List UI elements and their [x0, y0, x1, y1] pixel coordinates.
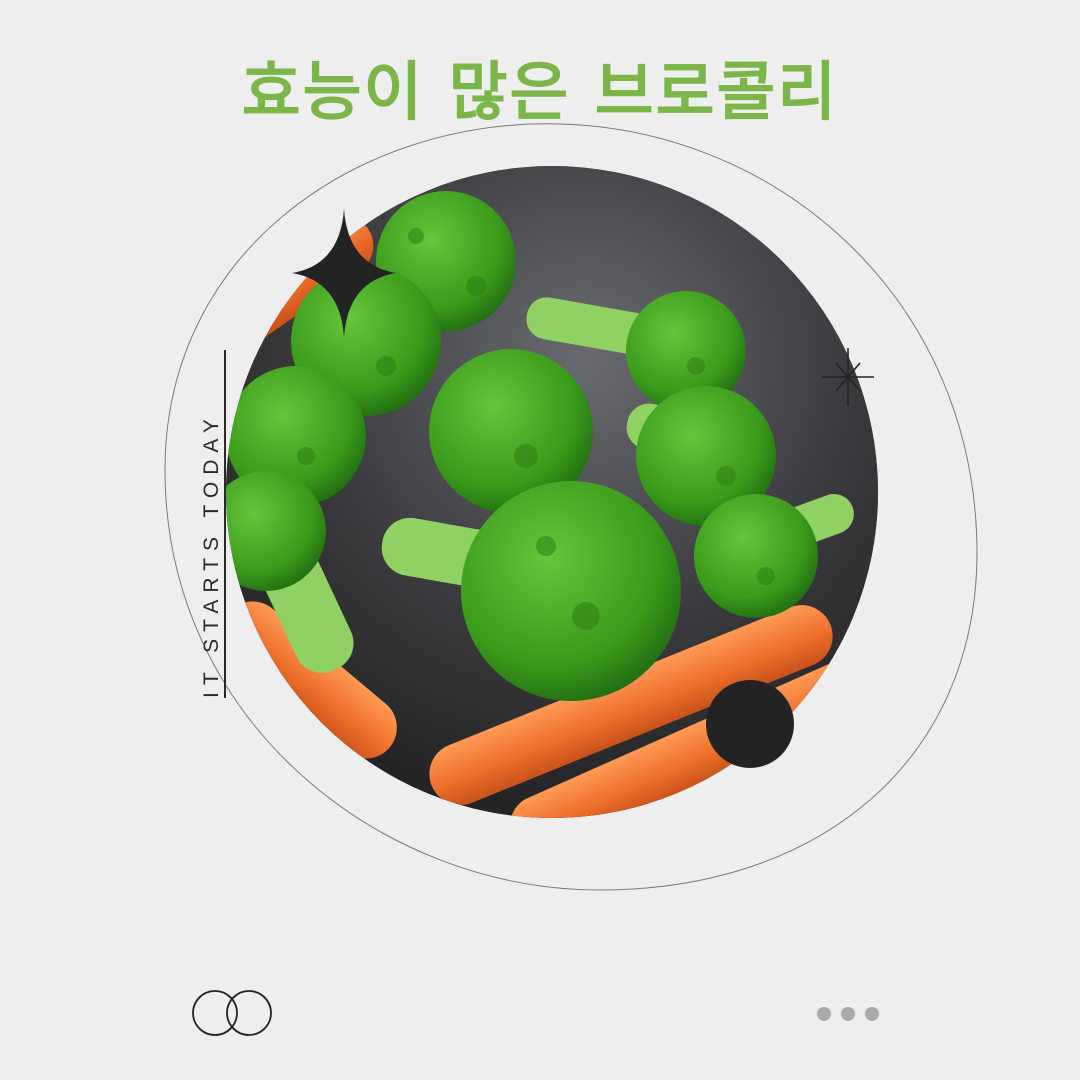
four-point-star-icon [292, 209, 396, 337]
side-tagline-text: IT STARTS TODAY [200, 412, 223, 698]
asterisk-star-icon [822, 348, 874, 406]
vertical-divider-line [224, 350, 226, 698]
interlocking-rings-icon [192, 990, 272, 1036]
three-dots-icon[interactable] [816, 1006, 882, 1022]
black-circle-dot [706, 680, 794, 768]
